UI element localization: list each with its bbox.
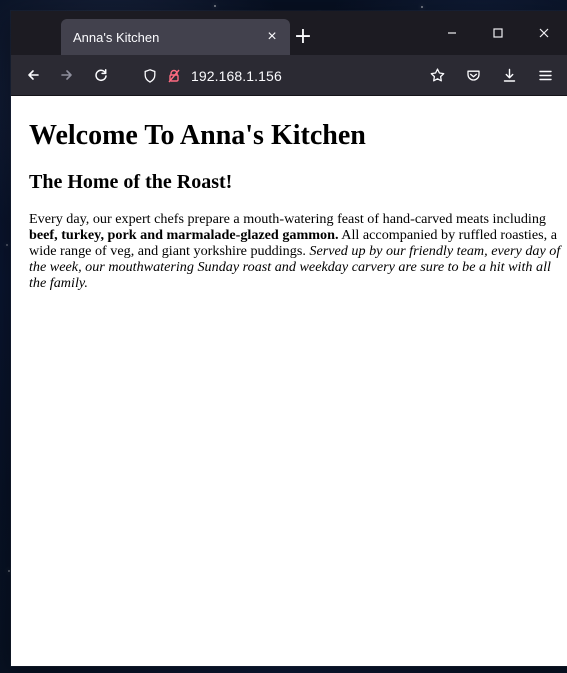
browser-window: Anna's Kitchen × + 192.168.1.156 Welcome… bbox=[11, 11, 567, 666]
new-tab-button[interactable]: + bbox=[291, 25, 315, 49]
url-text: 192.168.1.156 bbox=[191, 68, 282, 84]
shield-icon[interactable] bbox=[141, 67, 159, 85]
paragraph-bold-text: beef, turkey, pork and marmalade-glazed … bbox=[29, 227, 339, 244]
close-icon[interactable] bbox=[521, 11, 567, 55]
background-star bbox=[214, 5, 216, 7]
maximize-icon[interactable] bbox=[475, 11, 521, 55]
close-icon[interactable]: × bbox=[264, 29, 280, 45]
minimize-icon[interactable] bbox=[429, 11, 475, 55]
pocket-icon[interactable] bbox=[461, 64, 485, 88]
active-tab[interactable]: Anna's Kitchen × bbox=[61, 19, 290, 55]
tab-title: Anna's Kitchen bbox=[73, 29, 160, 45]
toolbar-right-actions bbox=[425, 55, 557, 96]
forward-arrow-icon[interactable] bbox=[55, 63, 79, 87]
desktop-background: Anna's Kitchen × + 192.168.1.156 Welcome… bbox=[0, 0, 567, 673]
navigation-toolbar: 192.168.1.156 bbox=[11, 55, 567, 96]
back-arrow-icon[interactable] bbox=[21, 63, 45, 87]
lock-warning-icon[interactable] bbox=[165, 67, 183, 85]
background-star bbox=[8, 570, 10, 572]
address-bar[interactable]: 192.168.1.156 bbox=[141, 62, 405, 90]
reload-icon[interactable] bbox=[89, 63, 113, 87]
page-content: Welcome To Anna's Kitchen The Home of th… bbox=[11, 96, 567, 666]
intro-paragraph: Every day, our expert chefs prepare a mo… bbox=[29, 211, 564, 291]
paragraph-text-part-1: Every day, our expert chefs prepare a mo… bbox=[29, 211, 546, 228]
page-title: Welcome To Anna's Kitchen bbox=[29, 120, 366, 151]
background-star bbox=[421, 6, 423, 8]
title-bar: Anna's Kitchen × + bbox=[11, 11, 567, 55]
page-subtitle: The Home of the Roast! bbox=[29, 171, 233, 194]
hamburger-menu-icon[interactable] bbox=[533, 64, 557, 88]
window-controls bbox=[429, 11, 567, 55]
background-star bbox=[6, 244, 8, 246]
download-icon[interactable] bbox=[497, 64, 521, 88]
star-icon[interactable] bbox=[425, 64, 449, 88]
